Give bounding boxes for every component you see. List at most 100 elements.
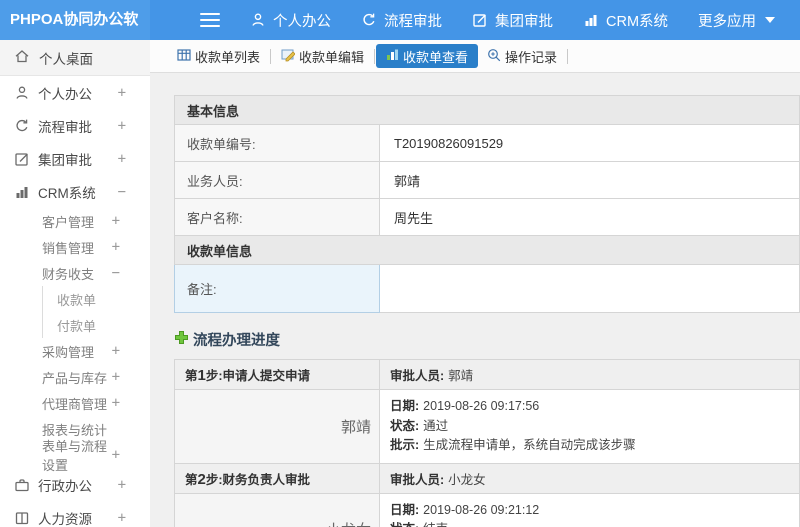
collapse-toggle[interactable]: − <box>112 265 120 281</box>
step-header-row: 第1步:申请人提交申请 审批人员: 郭靖 <box>174 359 800 390</box>
tab-operation-log[interactable]: 操作记录 <box>478 44 566 68</box>
collapse-toggle[interactable]: − <box>118 184 126 200</box>
nav-label: 更多应用 <box>698 13 757 30</box>
nav-more-apps[interactable]: 更多应用 <box>698 10 776 31</box>
process-arrow-icon <box>361 12 377 28</box>
expand-toggle[interactable]: + <box>112 447 120 463</box>
nav-personal-office[interactable]: 个人办公 <box>250 10 331 31</box>
field-value-note <box>379 264 800 313</box>
tab-divider <box>270 48 272 64</box>
section-header-receipt-info: 收款单信息 <box>174 235 800 265</box>
sidebar-item-personal-desktop[interactable]: 个人桌面 <box>0 40 150 76</box>
sidebar-item-products-inventory[interactable]: 产品与库存 + <box>0 364 150 390</box>
approver-label: 审批人员: <box>390 369 445 383</box>
nav-crm-system[interactable]: CRM系统 <box>583 10 668 31</box>
receipt-detail-table: 基本信息 收款单编号: T20190826091529 业务人员: 郭靖 客户名… <box>174 95 800 313</box>
process-steps-table: 第1步:申请人提交申请 审批人员: 郭靖 郭靖 日期: 2019-08-26 09:… <box>174 359 800 527</box>
field-value-salesperson: 郭靖 <box>379 161 800 199</box>
sidebar-item-purchase-management[interactable]: 采购管理 + <box>0 338 150 364</box>
approver-signature: 郭靖 <box>174 389 380 464</box>
field-label: 客户名称: <box>174 198 380 236</box>
nav-group-approval[interactable]: 集团审批 <box>472 10 553 31</box>
bar-chart-icon <box>14 184 30 200</box>
main-panel: 收款单列表 收款单编辑 收款单查看 操作记录 基本信息 收款单编号: T2019… <box>150 40 800 527</box>
chart-icon <box>386 48 399 64</box>
sidebar-item-label: 表单与流程设置 <box>42 439 108 473</box>
nav-label: 流程审批 <box>384 13 442 30</box>
person-icon <box>250 12 266 28</box>
hamburger-menu-icon[interactable] <box>200 9 220 31</box>
sidebar-item-form-process-settings[interactable]: 表单与流程设置 + <box>0 439 150 473</box>
tab-receipt-list[interactable]: 收款单列表 <box>168 44 269 68</box>
table-row: 业务人员: 郭靖 <box>174 161 800 199</box>
section-title: 基本信息 <box>174 95 800 125</box>
table-row: 备注: <box>174 264 800 313</box>
step-detail-row: 郭靖 日期: 2019-08-26 09:17:56 状态: 通过 批示: 生成流程申… <box>174 389 800 464</box>
tab-receipt-view[interactable]: 收款单查看 <box>376 44 479 68</box>
sidebar-item-process-approval[interactable]: 流程审批 + <box>0 109 150 142</box>
sidebar-item-crm-system[interactable]: CRM系统 − <box>0 175 150 208</box>
sidebar-item-sales-management[interactable]: 销售管理 + <box>0 234 150 260</box>
sidebar-item-group-approval[interactable]: 集团审批 + <box>0 142 150 175</box>
tab-label: 收款单列表 <box>195 49 261 65</box>
chevron-down-icon <box>765 17 776 23</box>
sidebar-item-payment-form[interactable]: 付款单 <box>43 312 150 338</box>
step-approver: 审批人员: 郭靖 <box>379 359 800 390</box>
expand-toggle[interactable]: + <box>112 343 120 359</box>
step-approver: 审批人员: 小龙女 <box>379 462 800 494</box>
step-detail: 日期: 2019-08-26 09:17:56 状态: 通过 批示: 生成流程申请单，… <box>379 389 800 464</box>
expand-toggle[interactable]: + <box>118 85 126 101</box>
step-title: 第1步:申请人提交申请 <box>174 359 380 390</box>
sidebar-item-label: 收款单 <box>57 292 97 308</box>
sidebar-item-personal-office[interactable]: 个人办公 + <box>0 76 150 109</box>
field-value-receipt-number: T20190826091529 <box>379 124 800 162</box>
app-logo: PHPOA协同办公软件 <box>0 0 150 68</box>
table-icon <box>177 48 191 65</box>
nav-process-approval[interactable]: 流程审批 <box>361 10 442 31</box>
person-icon <box>14 85 30 101</box>
step-date-line: 日期: 2019-08-26 09:21:12 <box>390 502 540 517</box>
table-row: 收款单编号: T20190826091529 <box>174 124 800 162</box>
sidebar-item-label: 付款单 <box>57 318 97 334</box>
nav-label: 个人办公 <box>273 13 331 30</box>
finance-submenu: 收款单 付款单 <box>42 286 150 338</box>
approver-label: 审批人员: <box>390 472 445 487</box>
step-status-line: 状态:结束 <box>390 520 789 527</box>
book-icon <box>14 510 30 526</box>
sidebar-item-finance-income-expense[interactable]: 财务收支 − <box>0 260 150 286</box>
expand-toggle[interactable]: + <box>112 395 120 411</box>
expand-toggle[interactable]: + <box>118 151 126 167</box>
sidebar-item-human-resources[interactable]: 人力资源 + <box>0 501 150 527</box>
approver-signature: 小龙女 <box>174 492 380 527</box>
approver-name: 郭靖 <box>448 369 474 383</box>
sidebar-item-label: 销售管理 <box>42 240 95 256</box>
field-label: 收款单编号: <box>174 124 380 162</box>
expand-toggle[interactable]: + <box>112 239 120 255</box>
edit-icon <box>472 12 488 28</box>
briefcase-icon <box>14 477 30 493</box>
nav-label: 集团审批 <box>495 13 553 30</box>
sidebar-item-receipt-form[interactable]: 收款单 <box>43 286 150 312</box>
edit-doc-icon <box>281 48 296 65</box>
step-detail: 日期:2019-08-26 09:21:12 状态:结束 批示:通过 <box>379 492 800 527</box>
expand-toggle[interactable]: + <box>118 477 126 493</box>
sidebar-item-label: 采购管理 <box>42 344 95 360</box>
step-title: 第2步:财务负责人审批 <box>174 462 380 494</box>
tab-receipt-edit[interactable]: 收款单编辑 <box>272 44 373 68</box>
content-area: 基本信息 收款单编号: T20190826091529 业务人员: 郭靖 客户名… <box>150 73 800 527</box>
expand-toggle[interactable]: + <box>112 369 120 385</box>
tab-divider <box>567 48 569 64</box>
sidebar-item-label: 人力资源 <box>38 511 92 527</box>
zoom-in-icon <box>487 48 501 65</box>
step-comment-line: 批示: 生成流程申请单，系统自动完成该步骤 <box>390 438 636 452</box>
expand-toggle[interactable]: + <box>118 510 126 526</box>
section-title: 收款单信息 <box>174 235 800 265</box>
sidebar-item-agent-management[interactable]: 代理商管理 + <box>0 390 150 416</box>
tab-bar: 收款单列表 收款单编辑 收款单查看 操作记录 <box>150 40 800 73</box>
sidebar-item-customer-management[interactable]: 客户管理 + <box>0 208 150 234</box>
top-navigation: 个人办公 流程审批 集团审批 CRM系统 更多应用 <box>250 10 776 31</box>
expand-toggle[interactable]: + <box>118 118 126 134</box>
sidebar-item-label: 产品与库存 <box>42 370 108 386</box>
sidebar-item-label: 个人桌面 <box>39 51 93 67</box>
expand-toggle[interactable]: + <box>112 213 120 229</box>
